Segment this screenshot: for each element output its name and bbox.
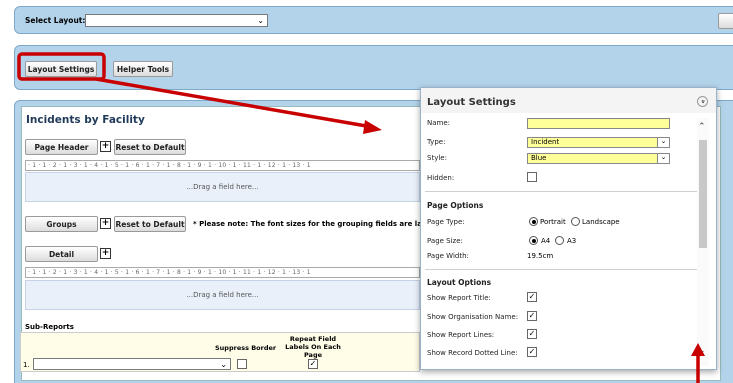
annotation-overlay	[17, 52, 705, 383]
arrow-head-icon	[691, 343, 705, 356]
highlight-box	[17, 52, 106, 81]
arrow-line	[95, 77, 373, 129]
arrow-head-icon	[363, 120, 382, 134]
